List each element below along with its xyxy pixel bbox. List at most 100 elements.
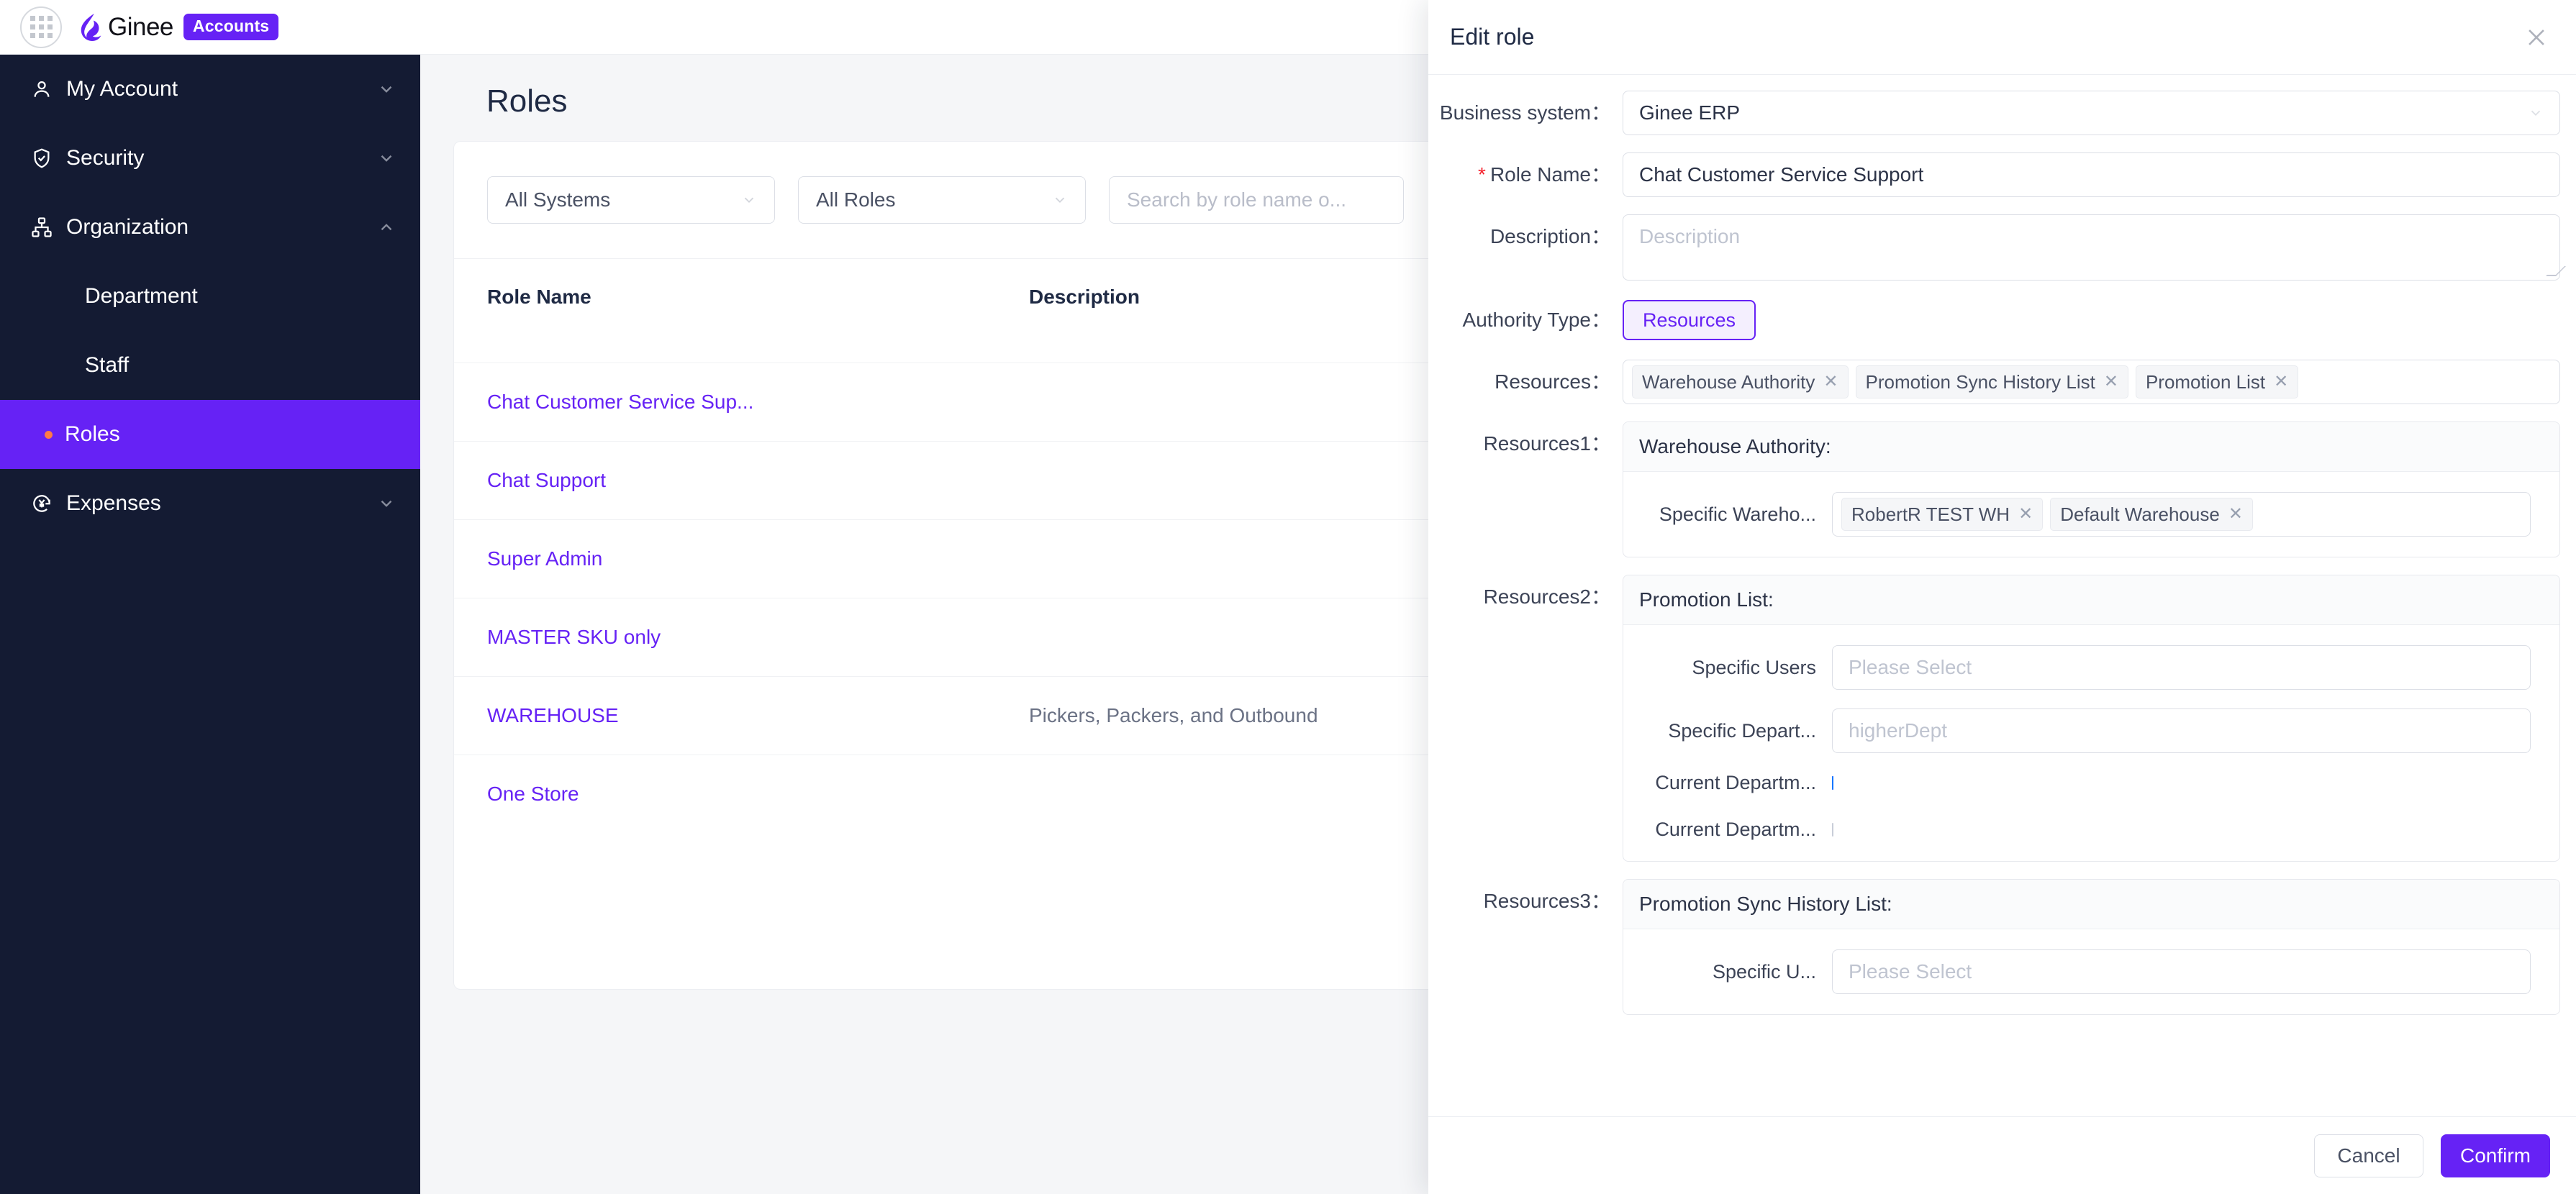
specific-users-placeholder-3: Please Select (1849, 960, 1972, 983)
specific-users-row-3: Specific U... Please Select (1623, 949, 2544, 994)
drawer-header: Edit role (1428, 0, 2576, 75)
field-resources3: Resources3： Promotion Sync History List:… (1428, 879, 2560, 1015)
chevron-down-icon (1055, 197, 1065, 204)
brand-badge: Accounts (183, 14, 279, 40)
sidebar-item-label: My Account (66, 77, 178, 101)
authority-type-resources-button[interactable]: Resources (1623, 300, 1756, 340)
search-placeholder: Search by role name o... (1127, 188, 1347, 211)
org-tree-icon (29, 214, 55, 240)
specific-department-placeholder: higherDept (1849, 719, 1947, 742)
app-grid-dots (30, 16, 53, 38)
close-icon[interactable] (2524, 25, 2549, 50)
specific-users-input[interactable]: Please Select (1832, 645, 2531, 690)
resource-tag-label: Warehouse Authority (1642, 370, 1815, 393)
sidebar-item-department[interactable]: Department (0, 262, 420, 331)
sidebar-item-label: Department (85, 284, 198, 308)
resources2-label: Resources2： (1483, 585, 1611, 608)
role-name-link[interactable]: WAREHOUSE (487, 704, 619, 726)
sidebar-item-staff[interactable]: Staff (0, 331, 420, 400)
role-name-link[interactable]: One Store (487, 783, 579, 805)
cancel-button[interactable]: Cancel (2314, 1134, 2423, 1177)
remove-tag-icon[interactable]: ✕ (2274, 373, 2288, 391)
role-filter-select[interactable]: All Roles (798, 176, 1086, 224)
sidebar-item-my-account[interactable]: My Account (0, 55, 420, 124)
specific-users-label-3: Specific U... (1712, 960, 1816, 983)
sidebar-item-roles[interactable]: Roles (0, 400, 420, 469)
authority-type-label: Authority Type： (1462, 309, 1611, 331)
sidebar-item-label: Roles (65, 422, 120, 446)
chevron-down-icon (2531, 110, 2541, 117)
field-description: Description： Description (1428, 214, 2566, 281)
description-placeholder: Description (1639, 225, 1741, 247)
remove-tag-icon[interactable]: ✕ (2018, 506, 2033, 523)
sidebar-item-security[interactable]: Security (0, 124, 420, 193)
specific-warehouse-label: Specific Wareho... (1659, 503, 1816, 525)
field-business-system: Business system： Ginee ERP (1428, 91, 2560, 135)
role-name-link[interactable]: Chat Support (487, 469, 606, 491)
sidebar-item-expenses[interactable]: Expenses (0, 469, 420, 538)
current-department-row-2: Current Departm... (1623, 819, 2544, 841)
app-grid-icon[interactable] (20, 6, 62, 48)
specific-department-row: Specific Depart... higherDept (1623, 708, 2544, 753)
resource-tag-label: Promotion List (2145, 370, 2266, 393)
current-department-checkbox-1[interactable] (1832, 775, 1833, 790)
edit-role-drawer: Edit role Business system： Ginee ERP * Ro… (1428, 0, 2576, 1194)
current-department-checkbox-2[interactable] (1832, 822, 1833, 837)
role-name-input[interactable]: Chat Customer Service Support (1623, 152, 2560, 197)
resize-grip-icon[interactable] (2546, 266, 2566, 276)
active-dot-icon (45, 430, 53, 439)
specific-department-label: Specific Depart... (1668, 719, 1816, 742)
chevron-down-icon (744, 197, 754, 204)
warehouse-tag[interactable]: RobertR TEST WH ✕ (1841, 498, 2044, 531)
resources3-panel: Promotion Sync History List: Specific U.… (1623, 879, 2560, 1015)
sidebar-item-organization[interactable]: Organization (0, 193, 420, 262)
warehouse-tag-label: RobertR TEST WH (1851, 503, 2010, 525)
specific-users-row: Specific Users Please Select (1623, 645, 2544, 690)
description-label: Description： (1489, 225, 1611, 247)
drawer-body: Business system： Ginee ERP * Role Name： C… (1428, 75, 2576, 1116)
field-role-name: * Role Name： Chat Customer Service Suppor… (1428, 152, 2560, 197)
specific-department-input[interactable]: higherDept (1832, 708, 2531, 753)
resource-tag-label: Promotion Sync History List (1865, 370, 2095, 393)
resource-tag[interactable]: Promotion List ✕ (2135, 365, 2299, 398)
specific-warehouse-tags-input[interactable]: RobertR TEST WH ✕ Default Warehouse ✕ (1832, 492, 2531, 537)
resource-tag[interactable]: Warehouse Authority ✕ (1632, 365, 1849, 398)
role-filter-value: All Roles (816, 188, 896, 211)
field-resources1: Resources1： Warehouse Authority: Specifi… (1428, 421, 2560, 557)
specific-users-input-3[interactable]: Please Select (1832, 949, 2531, 994)
role-name-link[interactable]: MASTER SKU only (487, 626, 661, 648)
business-system-value: Ginee ERP (1639, 101, 1741, 124)
confirm-button[interactable]: Confirm (2441, 1134, 2550, 1177)
search-input[interactable]: Search by role name o... (1109, 176, 1404, 224)
field-resources: Resources： Warehouse Authority ✕ Promoti… (1428, 360, 2560, 404)
chevron-down-icon (381, 500, 392, 507)
sidebar-item-label: Staff (85, 353, 130, 377)
role-name-link[interactable]: Super Admin (487, 547, 602, 570)
resources-tags-input[interactable]: Warehouse Authority ✕ Promotion Sync His… (1623, 360, 2560, 404)
chevron-up-icon (381, 224, 392, 231)
resources-label: Resources： (1495, 370, 1611, 393)
system-filter-value: All Systems (505, 188, 611, 211)
field-authority-type: Authority Type： Resources (1428, 298, 2560, 342)
system-filter-select[interactable]: All Systems (487, 176, 775, 224)
drawer-title: Edit role (1450, 24, 1535, 50)
brand-logo[interactable]: Ginee Accounts (78, 12, 279, 42)
drawer-footer: Cancel Confirm (1428, 1116, 2576, 1194)
business-system-select[interactable]: Ginee ERP (1623, 91, 2560, 135)
specific-users-label: Specific Users (1692, 656, 1816, 678)
column-header-role-name[interactable]: Role Name (454, 259, 1029, 363)
description-textarea[interactable]: Description (1623, 214, 2566, 281)
remove-tag-icon[interactable]: ✕ (1823, 373, 1838, 391)
resource-tag[interactable]: Promotion Sync History List ✕ (1855, 365, 2128, 398)
remove-tag-icon[interactable]: ✕ (2104, 373, 2118, 391)
resources1-heading: Warehouse Authority: (1623, 422, 2559, 472)
chevron-down-icon (381, 155, 392, 162)
resources1-panel: Warehouse Authority: Specific Wareho... … (1623, 421, 2560, 557)
current-department-label-1: Current Departm... (1655, 772, 1816, 793)
sidebar-item-label: Expenses (66, 491, 161, 515)
user-icon (29, 76, 55, 102)
remove-tag-icon[interactable]: ✕ (2228, 506, 2243, 523)
role-name-link[interactable]: Chat Customer Service Sup... (487, 391, 753, 413)
warehouse-tag[interactable]: Default Warehouse ✕ (2050, 498, 2253, 531)
resources3-label: Resources3： (1483, 890, 1611, 912)
